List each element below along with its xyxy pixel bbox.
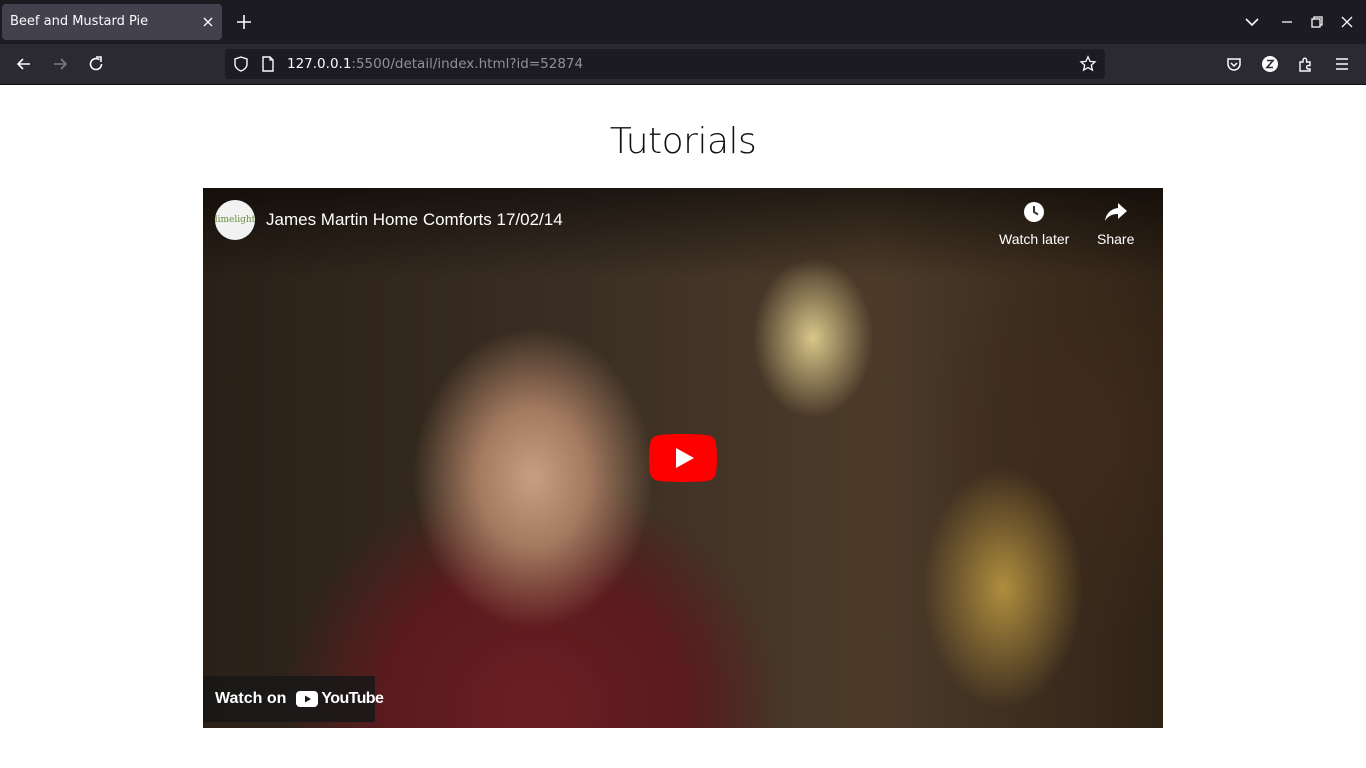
youtube-wordmark: YouTube — [321, 690, 384, 707]
account-avatar-icon[interactable] — [1260, 54, 1280, 74]
page-title: Tutorials — [609, 121, 757, 162]
close-tab-icon[interactable] — [200, 14, 216, 30]
watch-on-label: Watch on — [215, 690, 287, 707]
tab-bar: Beef and Mustard Pie — [0, 0, 1366, 44]
forward-arrow-icon[interactable] — [50, 54, 70, 74]
new-tab-icon[interactable] — [234, 12, 254, 32]
restore-icon[interactable] — [1307, 12, 1327, 32]
extensions-puzzle-icon[interactable] — [1296, 54, 1316, 74]
back-arrow-icon[interactable] — [14, 54, 34, 74]
reload-icon[interactable] — [86, 54, 106, 74]
watch-on-youtube-button[interactable]: Watch on YouTube — [203, 676, 384, 722]
video-title[interactable]: James Martin Home Comforts 17/02/14 — [266, 210, 563, 230]
bookmark-star-icon[interactable] — [1079, 55, 1097, 73]
youtube-logo: YouTube — [296, 690, 384, 708]
list-all-tabs-icon[interactable] — [1242, 12, 1262, 32]
youtube-embed-player[interactable]: limelight James Martin Home Comforts 17/… — [203, 188, 1163, 728]
youtube-play-logo-icon — [296, 691, 319, 707]
watch-later-button[interactable]: Watch later — [999, 200, 1069, 247]
tab-title: Beef and Mustard Pie — [10, 14, 149, 29]
address-bar[interactable]: 127.0.0.1:5500/detail/index.html?id=5287… — [225, 49, 1105, 79]
clock-icon — [1024, 202, 1045, 222]
close-window-icon[interactable] — [1337, 12, 1357, 32]
channel-avatar[interactable]: limelight — [215, 200, 255, 240]
page-info-icon[interactable] — [260, 55, 276, 73]
url-path: :5500/detail/index.html?id=52874 — [351, 56, 584, 72]
minimize-icon[interactable] — [1277, 12, 1297, 32]
pocket-icon[interactable] — [1224, 54, 1244, 74]
url-text[interactable]: 127.0.0.1:5500/detail/index.html?id=5287… — [287, 56, 583, 72]
active-tab[interactable]: Beef and Mustard Pie — [2, 4, 222, 40]
page-content: Tutorials limelight James Martin Home Co… — [0, 85, 1366, 768]
share-arrow-icon — [1104, 203, 1127, 221]
channel-logo: limelight — [214, 215, 256, 225]
watch-later-label: Watch later — [999, 231, 1070, 247]
share-button[interactable]: Share — [1097, 200, 1134, 247]
play-button-icon[interactable] — [649, 434, 717, 482]
menu-hamburger-icon[interactable] — [1332, 54, 1352, 74]
shield-icon[interactable] — [232, 55, 250, 73]
share-label: Share — [1097, 231, 1135, 247]
navigation-toolbar: 127.0.0.1:5500/detail/index.html?id=5287… — [0, 44, 1366, 85]
url-host: 127.0.0.1 — [287, 56, 352, 72]
